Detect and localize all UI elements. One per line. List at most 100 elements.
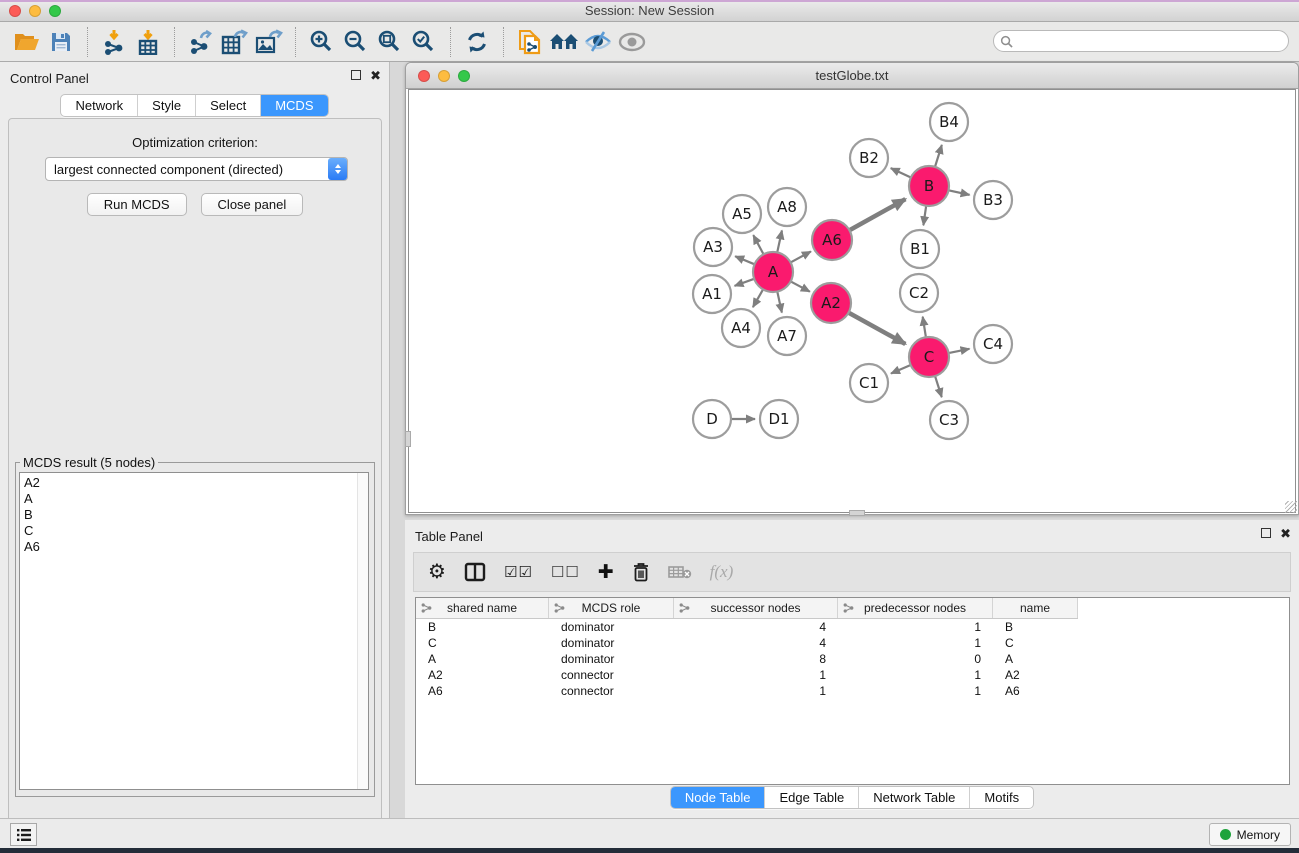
table-row[interactable]: Cdominator41C — [416, 635, 1078, 651]
result-list-scrollbar[interactable] — [357, 473, 368, 789]
table-cell[interactable]: connector — [549, 683, 674, 699]
hide-south-panel-handle[interactable] — [849, 510, 865, 516]
export-table-icon[interactable] — [218, 26, 252, 58]
result-list-item[interactable]: A — [24, 491, 368, 507]
import-table-icon[interactable] — [131, 26, 165, 58]
hide-selected-eye-icon[interactable] — [581, 26, 615, 58]
table-cell[interactable]: 1 — [674, 667, 838, 683]
graph-edge-A6-B[interactable] — [849, 199, 905, 230]
add-row-icon[interactable]: ✚ — [598, 559, 614, 585]
graph-edge-B-B1[interactable] — [923, 206, 926, 225]
graph-edge-C-C2[interactable] — [923, 317, 926, 338]
network-canvas[interactable]: B4B2BB3A8A5A6A3B1AA1C2A2A4A7C4CC1C3DD1 — [408, 89, 1296, 513]
tab-network-table[interactable]: Network Table — [859, 787, 970, 808]
graph-edge-B-B4[interactable] — [935, 145, 942, 167]
result-list-item[interactable]: C — [24, 523, 368, 539]
column-header-predecessor-nodes[interactable]: predecessor nodes — [838, 598, 993, 618]
refresh-icon[interactable] — [460, 26, 494, 58]
graph-edge-B-B2[interactable] — [891, 168, 911, 177]
table-cell[interactable]: C — [993, 635, 1078, 651]
graph-edge-A-A6[interactable] — [791, 251, 811, 262]
duplicate-network-icon[interactable] — [513, 26, 547, 58]
graph-edge-A-A4[interactable] — [753, 289, 763, 307]
float-panel-icon[interactable] — [351, 70, 361, 80]
table-row[interactable]: Adominator80A — [416, 651, 1078, 667]
tab-style[interactable]: Style — [138, 95, 196, 116]
table-cell[interactable]: A — [993, 651, 1078, 667]
float-table-panel-icon[interactable] — [1261, 528, 1271, 538]
delete-rows-icon[interactable] — [632, 559, 650, 585]
zoom-in-icon[interactable] — [305, 26, 339, 58]
table-cell[interactable]: 4 — [674, 635, 838, 651]
table-cell[interactable]: 1 — [838, 619, 993, 635]
table-cell[interactable]: B — [993, 619, 1078, 635]
zoom-fit-icon[interactable] — [373, 26, 407, 58]
table-cell[interactable]: A6 — [416, 683, 549, 699]
graph-edge-C-C3[interactable] — [935, 376, 942, 397]
select-all-checkboxes-icon[interactable]: ☑☑ — [504, 559, 533, 585]
graph-edge-A-A3[interactable] — [735, 256, 754, 264]
table-row[interactable]: A2connector11A2 — [416, 667, 1078, 683]
optimization-criterion-dropdown[interactable]: largest connected component (directed) — [45, 157, 348, 181]
table-cell[interactable]: dominator — [549, 635, 674, 651]
memory-button[interactable]: Memory — [1209, 823, 1291, 846]
result-list-item[interactable]: A6 — [24, 539, 368, 555]
hide-west-panel-handle[interactable] — [405, 431, 411, 447]
mcds-result-list[interactable]: A2ABCA6 — [19, 472, 369, 790]
task-history-button[interactable] — [10, 823, 37, 846]
table-row[interactable]: A6connector11A6 — [416, 683, 1078, 699]
graph-edge-A2-C[interactable] — [849, 313, 906, 344]
open-session-icon[interactable] — [10, 26, 44, 58]
graph-edge-C-C4[interactable] — [949, 349, 970, 353]
show-selected-eye-icon[interactable] — [615, 26, 649, 58]
column-header-shared-name[interactable]: shared name — [416, 598, 549, 618]
table-cell[interactable]: 1 — [674, 683, 838, 699]
table-cell[interactable]: B — [416, 619, 549, 635]
save-session-icon[interactable] — [44, 26, 78, 58]
column-header-MCDS-role[interactable]: MCDS role — [549, 598, 674, 618]
table-cell[interactable]: 1 — [838, 683, 993, 699]
table-cell[interactable]: 8 — [674, 651, 838, 667]
close-table-panel-icon[interactable]: ✖ — [1280, 528, 1291, 540]
close-panel-button[interactable]: Close panel — [201, 193, 304, 216]
table-cell[interactable]: dominator — [549, 651, 674, 667]
search-input[interactable] — [1017, 34, 1288, 48]
tab-select[interactable]: Select — [196, 95, 261, 116]
zoom-selected-icon[interactable] — [407, 26, 441, 58]
show-column-icon[interactable] — [464, 559, 486, 585]
result-list-item[interactable]: A2 — [24, 475, 368, 491]
tab-network[interactable]: Network — [61, 95, 138, 116]
tab-mcds[interactable]: MCDS — [261, 95, 327, 116]
column-header-successor-nodes[interactable]: successor nodes — [674, 598, 838, 618]
graph-edge-A-A2[interactable] — [791, 281, 810, 291]
table-cell[interactable]: 0 — [838, 651, 993, 667]
table-cell[interactable]: connector — [549, 667, 674, 683]
import-network-icon[interactable] — [97, 26, 131, 58]
tab-motifs[interactable]: Motifs — [970, 787, 1033, 808]
window-resize-grip[interactable] — [1285, 501, 1297, 513]
table-cell[interactable]: 1 — [838, 635, 993, 651]
column-header-name[interactable]: name — [993, 598, 1078, 618]
tab-node-table[interactable]: Node Table — [671, 787, 766, 808]
graph-edge-A-A1[interactable] — [735, 279, 755, 286]
zoom-out-icon[interactable] — [339, 26, 373, 58]
table-cell[interactable]: 1 — [838, 667, 993, 683]
export-network-icon[interactable] — [184, 26, 218, 58]
graph-edge-B-B3[interactable] — [949, 190, 970, 195]
result-list-item[interactable]: B — [24, 507, 368, 523]
export-image-icon[interactable] — [252, 26, 286, 58]
close-panel-icon[interactable]: ✖ — [370, 70, 381, 82]
table-cell[interactable]: A6 — [993, 683, 1078, 699]
graph-edge-A-A5[interactable] — [753, 235, 763, 254]
table-cell[interactable]: A — [416, 651, 549, 667]
table-cell[interactable]: 4 — [674, 619, 838, 635]
table-cell[interactable]: A2 — [416, 667, 549, 683]
table-row[interactable]: Bdominator41B — [416, 619, 1078, 635]
search-field[interactable] — [993, 30, 1289, 52]
graph-edge-A-A8[interactable] — [777, 230, 782, 252]
graph-edge-C-C1[interactable] — [891, 365, 911, 374]
table-settings-gear-icon[interactable]: ⚙ — [428, 559, 446, 585]
table-cell[interactable]: A2 — [993, 667, 1078, 683]
table-cell[interactable]: C — [416, 635, 549, 651]
deselect-all-checkboxes-icon[interactable]: ☐☐ — [551, 559, 580, 585]
